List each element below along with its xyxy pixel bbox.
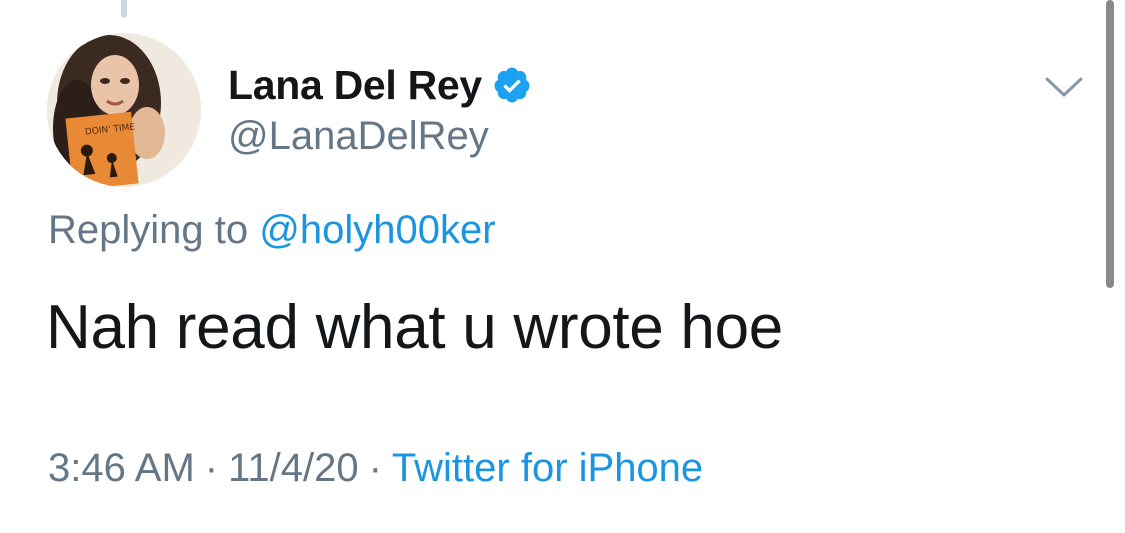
thread-connector-line xyxy=(121,0,127,18)
verified-badge-icon xyxy=(492,65,532,105)
chevron-down-icon[interactable] xyxy=(1044,73,1084,101)
tweet-meta: 3:46 AM · 11/4/20 · Twitter for iPhone xyxy=(48,446,703,491)
replying-to-line: Replying to @holyh00ker xyxy=(48,208,496,253)
author-name-row[interactable]: Lana Del Rey xyxy=(228,60,532,110)
tweet-date[interactable]: 11/4/20 xyxy=(228,446,359,490)
meta-separator: · xyxy=(204,446,219,490)
author-display-name[interactable]: Lana Del Rey xyxy=(228,62,482,109)
tweet-source-link[interactable]: Twitter for iPhone xyxy=(392,446,703,490)
tweet-text: Nah read what u wrote hoe xyxy=(46,293,783,362)
scrollbar[interactable] xyxy=(1106,0,1114,288)
meta-separator: · xyxy=(368,446,382,490)
tweet-time[interactable]: 3:46 AM xyxy=(48,446,195,490)
avatar[interactable]: DOIN' TIME xyxy=(47,33,201,187)
replying-prefix: Replying to xyxy=(48,208,249,252)
author-handle[interactable]: @LanaDelRey xyxy=(228,114,489,159)
avatar-photo: DOIN' TIME xyxy=(47,33,201,187)
reply-mention-link[interactable]: @holyh00ker xyxy=(259,208,495,252)
